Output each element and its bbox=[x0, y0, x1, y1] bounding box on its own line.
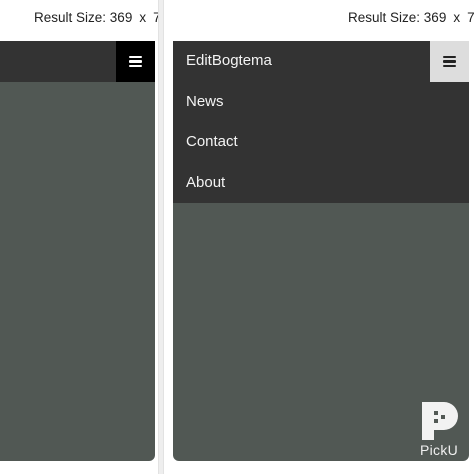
nav-item-about[interactable]: About bbox=[173, 163, 469, 204]
result-size-width: 369 bbox=[423, 10, 447, 25]
menu-toggle-button[interactable] bbox=[116, 41, 155, 82]
result-size-text: Result Size: bbox=[348, 10, 421, 25]
hamburger-icon bbox=[129, 56, 142, 67]
nav-menu: EditBogtema News Contact About bbox=[173, 41, 469, 203]
preview-frame-collapsed bbox=[0, 41, 155, 461]
split-divider-handle[interactable] bbox=[158, 0, 164, 474]
pickup-logo-icon bbox=[422, 402, 458, 440]
result-size-label-right: Result Size: 369 x 75 bbox=[348, 9, 474, 27]
menu-toggle-button[interactable] bbox=[430, 41, 469, 82]
nav-item-editbogtema[interactable]: EditBogtema bbox=[173, 41, 469, 82]
result-size-height: 75 bbox=[467, 10, 474, 25]
result-size-text: Result Size: bbox=[34, 10, 107, 25]
result-size-separator: x bbox=[453, 10, 461, 25]
result-size-width: 369 bbox=[109, 10, 133, 25]
hamburger-icon bbox=[443, 56, 456, 67]
result-size-label-left: Result Size: 369x75 bbox=[34, 9, 158, 27]
nav-item-news[interactable]: News bbox=[173, 82, 469, 123]
result-size-separator: x bbox=[139, 10, 147, 25]
preview-frame-expanded: EditBogtema News Contact About bbox=[173, 41, 469, 461]
watermark-text: PickU bbox=[419, 442, 459, 458]
nav-item-contact[interactable]: Contact bbox=[173, 122, 469, 163]
pickup-watermark: PickU bbox=[418, 400, 460, 462]
